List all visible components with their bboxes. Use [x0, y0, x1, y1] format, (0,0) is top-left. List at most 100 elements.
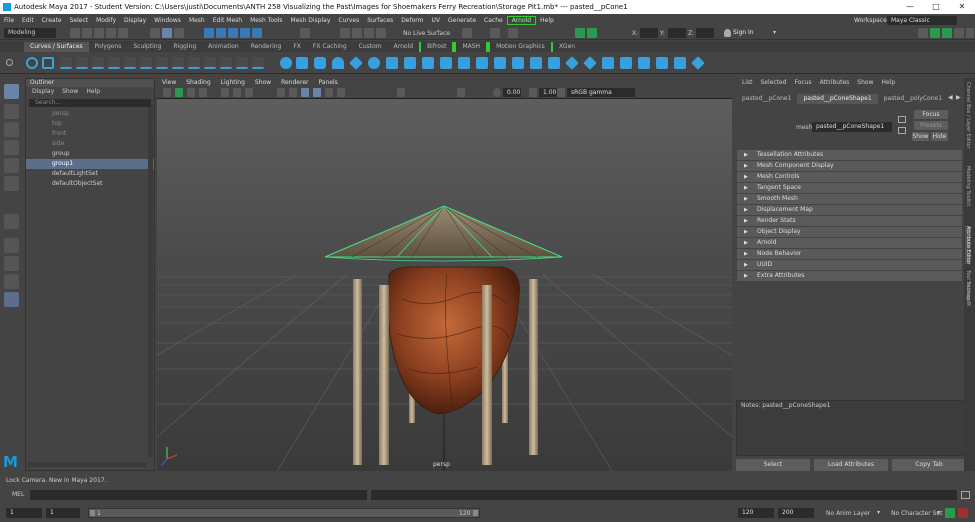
auto-key-icon[interactable]: [958, 508, 968, 518]
snap-surface-icon[interactable]: [252, 28, 262, 38]
menu-help[interactable]: Help: [536, 17, 558, 24]
paint-select-icon[interactable]: [4, 122, 19, 137]
select-component-icon[interactable]: [174, 28, 184, 38]
input-line-icon[interactable]: [462, 28, 472, 38]
range-handle-right[interactable]: [473, 510, 478, 516]
tool-settings-icon[interactable]: [954, 28, 964, 38]
bevel-plus-icon[interactable]: [476, 57, 488, 69]
presets-button[interactable]: Presets: [914, 121, 948, 130]
intersect-icon[interactable]: [512, 57, 524, 69]
wireframe-on-shaded-icon[interactable]: [301, 88, 309, 97]
nurbs-circle-icon[interactable]: [26, 57, 38, 69]
outliner-item-default-object-set[interactable]: defaultObjectSet: [26, 179, 154, 189]
focus-button[interactable]: Focus: [914, 110, 948, 119]
menu-edit[interactable]: Edit: [18, 17, 38, 24]
cv-curve-icon[interactable]: [60, 57, 72, 69]
ae-menu-attributes[interactable]: Attributes: [816, 78, 854, 88]
four-view-icon[interactable]: [4, 256, 19, 271]
layout-icon[interactable]: [918, 28, 928, 38]
script-editor-icon[interactable]: [961, 491, 970, 499]
menu-display[interactable]: Display: [120, 17, 150, 24]
section-mesh-component-display[interactable]: Mesh Component Display: [737, 161, 962, 171]
shelf-menu-icon[interactable]: [6, 59, 13, 66]
symmetry-icon[interactable]: [508, 28, 518, 38]
nurbs-cube-icon[interactable]: [296, 57, 308, 69]
ae-tab-cone-shape[interactable]: pasted__pConeShape1: [797, 94, 878, 104]
viewport-menu-show[interactable]: Show: [250, 79, 276, 86]
camera-lock-icon[interactable]: [175, 88, 183, 97]
insert-knot-icon[interactable]: [172, 57, 184, 69]
snap-curve-icon[interactable]: [216, 28, 226, 38]
ae-menu-list[interactable]: List: [738, 78, 757, 88]
outliner-item-persp[interactable]: persp: [26, 109, 154, 119]
outliner-item-group1[interactable]: group1: [26, 159, 154, 169]
tab-human-ik[interactable]: Human IK: [965, 282, 971, 306]
section-extra-attributes[interactable]: Extra Attributes: [737, 271, 962, 281]
pencil-curve-icon[interactable]: [92, 57, 104, 69]
range-bar[interactable]: 1 120: [88, 508, 480, 518]
menu-surfaces[interactable]: Surfaces: [363, 17, 397, 24]
nurbs-plane-icon[interactable]: [349, 56, 363, 70]
menu-mesh[interactable]: Mesh: [185, 17, 209, 24]
sign-in-button[interactable]: Sign In: [733, 29, 754, 36]
persp-outliner-icon[interactable]: [4, 274, 19, 289]
image-plane-icon[interactable]: [199, 88, 207, 97]
nurbs-cylinder-icon[interactable]: [314, 57, 326, 69]
project-curve-icon[interactable]: [494, 57, 506, 69]
detach-surfaces-icon[interactable]: [583, 56, 597, 70]
menu-curves[interactable]: Curves: [334, 17, 363, 24]
tab-motion-graphics[interactable]: Motion Graphics: [488, 42, 553, 52]
load-attributes-button[interactable]: Load Attributes: [814, 459, 888, 471]
ae-menu-help[interactable]: Help: [877, 78, 899, 88]
open-scene-icon[interactable]: [82, 28, 92, 38]
section-render-stats[interactable]: Render Stats: [737, 216, 962, 226]
outliner-search-input[interactable]: Search...: [29, 99, 151, 107]
settings-gear-icon[interactable]: [966, 28, 974, 38]
channel-box-icon[interactable]: [930, 28, 940, 38]
char-set-icon[interactable]: [945, 508, 955, 518]
command-input[interactable]: [30, 490, 367, 500]
shelf-toggle-icon[interactable]: [575, 28, 585, 38]
gamma-icon[interactable]: [529, 88, 537, 97]
section-tessellation[interactable]: Tessellation Attributes: [737, 150, 962, 160]
surface-editing-icon[interactable]: [691, 56, 705, 70]
outliner-item-front[interactable]: front: [26, 129, 154, 139]
extrude-icon[interactable]: [440, 57, 452, 69]
mesh-name-field[interactable]: pasted__pConeShape1: [812, 122, 892, 132]
section-tangent-space[interactable]: Tangent Space: [737, 183, 962, 193]
revolve-icon[interactable]: [386, 57, 398, 69]
outliner-layout-icon[interactable]: [4, 292, 19, 307]
notes-panel[interactable]: Notes: pasted__pConeShape1: [736, 400, 966, 456]
menu-select[interactable]: Select: [66, 17, 93, 24]
viewport-menu-shading[interactable]: Shading: [181, 79, 215, 86]
viewport-menu-view[interactable]: View: [157, 79, 181, 86]
wireframe-icon[interactable]: [277, 88, 285, 97]
camera-select-icon[interactable]: [163, 88, 171, 97]
tab-custom[interactable]: Custom: [353, 42, 388, 52]
tab-attribute-editor[interactable]: Attribute Editor: [965, 226, 971, 265]
birail-icon[interactable]: [458, 57, 470, 69]
ae-menu-focus[interactable]: Focus: [791, 78, 816, 88]
attribute-editor-icon[interactable]: [942, 28, 952, 38]
attach-curves-icon[interactable]: [140, 57, 152, 69]
isolate-select-icon[interactable]: [457, 88, 465, 97]
section-object-display[interactable]: Object Display: [737, 227, 962, 237]
menu-windows[interactable]: Windows: [150, 17, 185, 24]
section-arnold[interactable]: Arnold: [737, 238, 962, 248]
menu-create[interactable]: Create: [38, 17, 66, 24]
ae-tab-next-icon[interactable]: ▶: [956, 94, 961, 101]
tab-curves-surfaces[interactable]: Curves / Surfaces: [24, 42, 89, 52]
tab-fx[interactable]: FX: [287, 42, 307, 52]
menu-mesh-display[interactable]: Mesh Display: [287, 17, 335, 24]
select-hierarchy-icon[interactable]: [150, 28, 160, 38]
maximize-icon[interactable]: □: [923, 0, 949, 14]
textured-icon[interactable]: [313, 88, 321, 97]
ae-sync-icon[interactable]: [898, 116, 906, 123]
close-icon[interactable]: ✕: [949, 0, 975, 14]
tab-animation[interactable]: Animation: [202, 42, 245, 52]
lighting-icon[interactable]: [325, 88, 333, 97]
undo-icon[interactable]: [106, 28, 116, 38]
extend-curve-icon[interactable]: [188, 57, 200, 69]
select-button[interactable]: Select: [736, 459, 810, 471]
menu-arnold[interactable]: Arnold: [506, 15, 537, 25]
